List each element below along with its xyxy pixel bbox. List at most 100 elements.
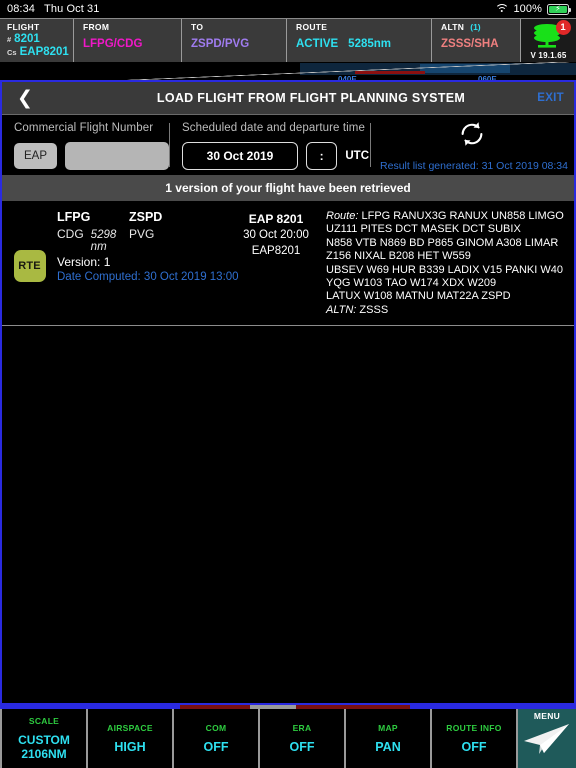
result-callsign: EAP8201 [251,245,301,257]
airline-prefix-button[interactable]: EAP [14,143,57,169]
altn-count: (1) [470,22,481,32]
commercial-flight-number-group: Commercial Flight Number EAP [2,115,169,175]
search-form-row: Commercial Flight Number EAP Scheduled d… [2,115,574,175]
dialog-title-bar: ❮ LOAD FLIGHT FROM FLIGHT PLANNING SYSTE… [2,82,574,115]
toolbar-label-scale: SCALE [28,716,60,726]
altn-label-text: ALTN: [326,303,357,316]
table-row[interactable]: RTE LFPG ZSPD CDG 5298 nm PVG Version: 1… [2,201,574,327]
route-line-2: N858 VTB N869 BD P865 GINOM A308 LIMAR [326,236,559,249]
accent-seg-grey [250,705,296,709]
toolbar-item-menu[interactable]: MENU [518,709,576,768]
route-line-0: Route: LFPG RANUX3G RANUX UN858 LIMGO [326,210,566,223]
result-generated-text: Result list generated: 31 Oct 2019 08:34 [380,160,568,172]
version-value: 1 [103,255,111,269]
toolbar-label-era: ERA [292,723,312,733]
results-list: RTE LFPG ZSPD CDG 5298 nm PVG Version: 1… [2,201,574,327]
scheduled-datetime-label: Scheduled date and departure time [182,122,365,134]
to-value: ZSPD/PVG [191,38,250,50]
flight-cell-to[interactable]: TO ZSPD/PVG [182,19,287,63]
route-status-value: ACTIVE [296,38,339,50]
rte-badge[interactable]: RTE [13,249,46,282]
refresh-icon [461,122,482,146]
stack-logo-icon: 1 [528,20,571,49]
scale-value-line2: 2106NM [21,747,67,761]
departure-iata: CDG [57,227,84,241]
version-label: Version: [57,255,101,269]
flight-cell-route[interactable]: ROUTE ACTIVE 5285nm [287,19,432,63]
flight-cell-from[interactable]: FROM LFPG/CDG [74,19,182,63]
toolbar-value-route-info: OFF [461,740,487,754]
result-count-banner: 1 version of your flight have been retri… [2,175,574,201]
callsign-value: EAP8201 [19,46,69,58]
battery-charging-icon: ⚡ [547,3,571,15]
altn-value: ZSSS/SHA [441,38,499,50]
departure-icao: LFPG [57,210,91,224]
toolbar-item-scale[interactable]: SCALE CUSTOM 2106NM [0,709,88,768]
toolbar-value-scale: CUSTOM 2106NM [18,733,70,761]
scheduled-datetime-group: Scheduled date and departure time 30 Oct… [169,115,369,175]
toolbar-value-map: PAN [375,740,401,754]
commercial-flight-number-label: Commercial Flight Number [14,122,154,134]
toolbar-item-era[interactable]: ERA OFF [260,709,346,768]
toolbar-value-era: OFF [289,740,315,754]
flight-info-bar: FLIGHT # 8201 Cs EAP8201 FROM LFPG/CDG T… [0,18,576,64]
route-text-0: LFPG RANUX3G RANUX UN858 LIMGO [361,210,564,222]
altn-line: ALTN: ZSSS [326,304,566,317]
app-logo-cell[interactable]: 1 V 19.1.65 [521,19,576,63]
flight-cell-flight[interactable]: FLIGHT # 8201 Cs EAP8201 [0,19,74,63]
refresh-group: Result list generated: 31 Oct 2019 08:34 [369,115,574,175]
callsign-prefix: Cs [7,48,17,57]
time-input[interactable]: : [306,142,338,170]
scale-value-line1: CUSTOM [18,733,70,747]
to-label: TO [191,22,204,32]
flight-label: FLIGHT [7,22,40,32]
notification-badge: 1 [555,20,571,35]
back-chevron-icon[interactable]: ❮ [2,82,48,114]
status-bar-left: 08:34 Thu Oct 31 [7,3,99,15]
flight-cell-altn[interactable]: ALTN (1) ZSSS/SHA [432,19,521,63]
ios-status-bar: 08:34 Thu Oct 31 100% ⚡ [0,0,576,18]
route-line-4: UBSEV W69 HUR B339 LADIX V15 PANKI W40 [326,263,563,276]
toolbar-item-map[interactable]: MAP PAN [346,709,432,768]
exit-button[interactable]: EXIT [537,92,564,104]
result-departure-datetime: 30 Oct 20:00 [243,229,309,241]
toolbar-accent-bar [0,705,576,709]
result-route-cell: Route: LFPG RANUX3G RANUX UN858 LIMGO UZ… [320,210,574,317]
route-line-5: YQG W103 TAO W174 XDX W209 [326,277,497,290]
paper-plane-icon [524,724,569,754]
toolbar-item-com[interactable]: COM OFF [174,709,260,768]
battery-percent: 100% [513,3,542,15]
from-label: FROM [83,22,110,32]
route-badge-cell: RTE [2,210,57,317]
status-bar-right: 100% ⚡ [494,3,571,15]
date-computed: Date Computed: 30 Oct 2019 13:00 [57,271,239,283]
arrival-airport: ZSPD [129,210,162,225]
departure-detail: CDG 5298 nm [57,227,129,253]
toolbar-item-airspace[interactable]: AIRSPACE HIGH [88,709,174,768]
route-distance-value: 5285nm [348,38,392,50]
route-label-text: Route: [326,210,359,222]
flight-number-input[interactable] [65,142,169,170]
date-input[interactable]: 30 Oct 2019 [182,142,298,170]
flight-number-value: 8201 [14,33,40,45]
toolbar-item-route-info[interactable]: ROUTE INFO OFF [432,709,518,768]
bottom-toolbar: SCALE CUSTOM 2106NM AIRSPACE HIGH COM OF… [0,709,576,768]
arrival-iata: PVG [129,227,155,241]
arrival-icao: ZSPD [129,210,163,224]
refresh-button[interactable] [369,119,574,149]
result-flight-id: EAP 8201 [248,212,304,226]
toolbar-label-map: MAP [378,723,398,733]
toolbar-label-airspace: AIRSPACE [107,723,153,733]
altn-label: ALTN [441,22,465,32]
bottom-toolbar-wrap: SCALE CUSTOM 2106NM AIRSPACE HIGH COM OF… [0,705,576,768]
toolbar-label-menu: MENU [533,711,561,721]
status-date: Thu Oct 31 [44,3,100,15]
version-row: Version: 1 [57,254,232,270]
route-line-3: Z156 NIXAL B208 HET W559 [326,250,471,263]
result-flight-cell: EAP 8201 30 Oct 20:00 EAP8201 [232,210,320,317]
load-flight-dialog: ❮ LOAD FLIGHT FROM FLIGHT PLANNING SYSTE… [0,80,576,705]
flight-number-prefix: # [7,35,12,44]
altn-value-text: ZSSS [359,303,389,316]
toolbar-label-route-info: ROUTE INFO [446,723,502,733]
app-screen: 08:34 Thu Oct 31 100% ⚡ FLIGHT # 8201 Cs… [0,0,576,768]
